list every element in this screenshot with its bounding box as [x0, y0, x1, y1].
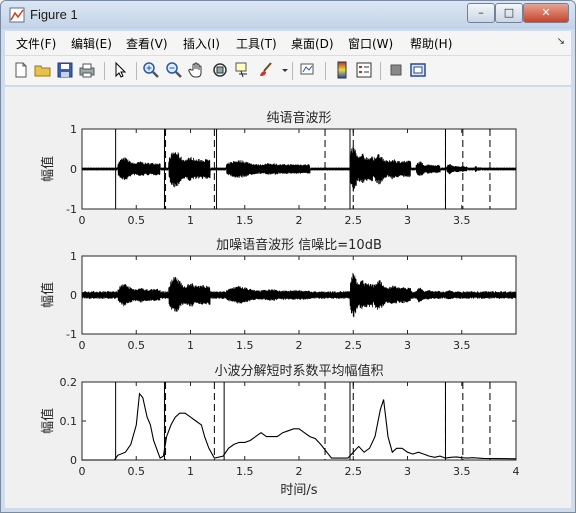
x-tick-label: 3 [404, 339, 411, 352]
brush-icon[interactable] [257, 61, 275, 79]
menu-help[interactable]: 帮助(H) [410, 35, 452, 52]
figure-toolbar [5, 56, 571, 86]
new-figure-icon[interactable] [12, 61, 30, 79]
open-file-icon[interactable] [34, 61, 52, 79]
menu-insert[interactable]: 插入(I) [183, 35, 220, 52]
y-tick-label: 0.1 [60, 415, 78, 428]
x-tick-label: 3 [404, 214, 411, 227]
x-axis-label: 时间/s [280, 483, 317, 498]
dock-arrow-icon[interactable]: ↘ [557, 36, 565, 47]
figure-window: Figure 1 – □ ✕ 文件(F) 编辑(E) 查看(V) 插入(I) 工… [0, 0, 576, 513]
zoom-in-icon[interactable] [142, 61, 160, 79]
rotate-3d-icon[interactable] [211, 61, 229, 79]
x-tick-label: 2 [296, 214, 303, 227]
figure-canvas: 纯语音波形 幅值 1 0 -1 0 0.5 1 1.5 2 2.5 3 3.5 加噪语音波形 信噪比=10… [5, 87, 571, 508]
link-plot-icon[interactable] [299, 61, 317, 79]
y-tick-label: 1 [70, 250, 77, 263]
x-tick-label: 0 [79, 339, 86, 352]
x-tick-label: 1.5 [236, 214, 254, 227]
data-cursor-icon[interactable] [234, 61, 252, 79]
x-tick-label: 2.5 [345, 214, 363, 227]
x-tick-label: 2 [296, 465, 303, 478]
y-tick-label: 0 [70, 163, 77, 176]
menu-tools[interactable]: 工具(T) [236, 35, 277, 52]
x-tick-label: 3 [404, 465, 411, 478]
subplot-2: 加噪语音波形 信噪比=10dB幅值10-10 0.5 1 1.5 2 2.5 3 3.5 [40, 237, 517, 352]
subplot-1: 纯语音波形幅值10-10 0.5 1 1.5 2 2.5 3 3.5 [40, 110, 517, 227]
x-tick-label: 0.5 [128, 465, 146, 478]
save-icon[interactable] [56, 61, 74, 79]
menu-file[interactable]: 文件(F) [16, 35, 56, 52]
x-tick-label: 1.5 [236, 465, 254, 478]
zoom-out-icon[interactable] [165, 61, 183, 79]
pointer-icon[interactable] [111, 61, 129, 79]
y-axis-label: 幅值 [40, 408, 56, 434]
menu-edit[interactable]: 编辑(E) [71, 35, 112, 52]
colorbar-icon[interactable] [333, 61, 351, 79]
plots-svg: 纯语音波形幅值10-10 0.5 1 1.5 2 2.5 3 3.5加噪语音波形 信噪比=10… [40, 110, 520, 498]
x-tick-label: 3.5 [453, 465, 471, 478]
x-tick-label: 3.5 [453, 339, 471, 352]
minimize-button[interactable]: – [467, 3, 495, 23]
x-tick-label: 1 [187, 214, 194, 227]
subplot-title: 纯语音波形 [266, 110, 331, 126]
title-bar[interactable]: Figure 1 – □ ✕ [1, 1, 575, 29]
y-tick-label: 1 [70, 123, 77, 136]
x-tick-label: 3.5 [453, 214, 471, 227]
y-tick-label: 0.2 [60, 376, 78, 389]
print-icon[interactable] [78, 61, 96, 79]
subplot-title: 加噪语音波形 信噪比=10dB [216, 237, 382, 253]
show-plot-tools-icon[interactable] [409, 61, 427, 79]
x-tick-label: 0.5 [128, 214, 146, 227]
menu-desktop[interactable]: 桌面(D) [291, 35, 334, 52]
x-tick-label: 0 [79, 214, 86, 227]
legend-icon[interactable] [355, 61, 373, 79]
close-button[interactable]: ✕ [523, 3, 569, 23]
brush-dropdown-icon[interactable] [276, 61, 288, 79]
maximize-button[interactable]: □ [495, 3, 523, 23]
subplot-title: 小波分解短时系数平均幅值积 [214, 363, 383, 379]
y-tick-label: -1 [66, 203, 77, 216]
x-tick-label: 2 [296, 339, 303, 352]
x-tick-label: 4 [513, 465, 520, 478]
y-axis-label: 幅值 [40, 156, 56, 182]
y-tick-label: 0 [70, 454, 77, 467]
x-tick-label: 0.5 [128, 339, 146, 352]
y-axis-label: 幅值 [40, 282, 56, 308]
menu-bar: 文件(F) 编辑(E) 查看(V) 插入(I) 工具(T) 桌面(D) 窗口(W… [5, 31, 571, 56]
x-tick-label: 2.5 [345, 339, 363, 352]
y-tick-label: 0 [70, 289, 77, 302]
window-title: Figure 1 [30, 7, 78, 22]
x-tick-label: 2.5 [345, 465, 363, 478]
x-tick-label: 1 [187, 339, 194, 352]
pan-hand-icon[interactable] [188, 61, 206, 79]
x-tick-label: 0 [79, 465, 86, 478]
y-tick-label: -1 [66, 328, 77, 341]
axes-box [81, 381, 517, 461]
subplot-3: 小波分解短时系数平均幅值积幅值时间/s 0.2 0.1 00 0.5 1 1.5 2 2.5 3 3… [40, 363, 520, 498]
x-tick-label: 1.5 [236, 339, 254, 352]
hide-plot-tools-icon[interactable] [387, 61, 405, 79]
menu-view[interactable]: 查看(V) [126, 35, 168, 52]
menu-window[interactable]: 窗口(W) [348, 35, 393, 52]
matlab-figure-icon [9, 7, 25, 23]
x-tick-label: 1 [187, 465, 194, 478]
